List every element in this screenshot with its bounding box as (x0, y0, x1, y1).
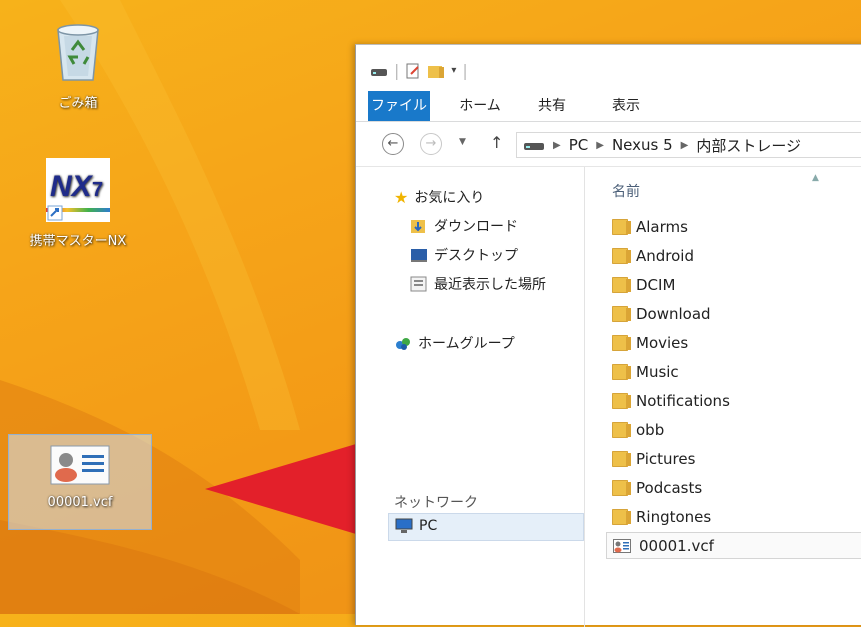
folder-icon (612, 450, 631, 467)
nav-recent-places[interactable]: 最近表示した場所 (410, 274, 546, 294)
tab-view[interactable]: 表示 (606, 91, 646, 121)
folder-icon (612, 334, 631, 351)
up-button[interactable]: ↑ (490, 133, 503, 152)
folder-row[interactable]: Podcasts (612, 474, 702, 501)
vcard-icon (613, 538, 631, 553)
folder-row[interactable]: Music (612, 358, 679, 385)
downloads-folder-icon (411, 220, 425, 233)
file-name: Alarms (636, 217, 688, 236)
breadcrumb-nexus5[interactable]: Nexus 5 (612, 136, 673, 154)
file-name: 00001.vcf (639, 536, 714, 555)
file-name: Ringtones (636, 507, 712, 526)
nx7-logo-text: NX (50, 170, 94, 203)
file-name: Movies (636, 333, 689, 352)
breadcrumb-internal-storage[interactable]: 内部ストレージ (696, 135, 801, 156)
homegroup-icon (396, 338, 410, 350)
folder-icon (612, 363, 631, 380)
file-list-pane: 名前 ▲ Alarms Android DCIM Download Movies Musi… (606, 167, 861, 627)
file-explorer-window: | ▾ | ファイル ホーム 共有 表示 ← → ▼ ↑ ▶ PC ▶ Nexu… (355, 44, 861, 627)
folder-row[interactable]: Android (612, 242, 694, 269)
folder-row[interactable]: Pictures (612, 445, 695, 472)
desktop-folder-icon (411, 249, 427, 262)
file-name: Music (636, 362, 679, 381)
forward-button[interactable]: → (420, 133, 442, 155)
nav-label: ネットワーク (394, 495, 478, 511)
folder-icon (612, 508, 631, 525)
nav-label: PC (419, 518, 438, 534)
folder-row[interactable]: obb (612, 416, 664, 443)
nav-label: 最近表示した場所 (434, 277, 546, 293)
column-header-name[interactable]: 名前 (612, 181, 640, 201)
navigation-pane: ★ お気に入り ダウンロード デスクトップ 最近表示した場所 ホームグループ P… (356, 167, 585, 627)
nav-network[interactable]: ネットワーク (394, 492, 478, 512)
desktop-icon-label: ごみ箱 (58, 96, 98, 111)
folder-row[interactable]: Ringtones (612, 503, 711, 530)
recycle-bin-icon (57, 24, 99, 81)
recent-places-icon (410, 276, 427, 292)
tab-share[interactable]: 共有 (532, 91, 572, 121)
desktop-icon-label: 00001.vcf (47, 495, 113, 510)
new-folder-icon[interactable] (427, 63, 445, 79)
file-name: Download (636, 304, 711, 323)
chevron-right-icon: ▶ (596, 139, 604, 151)
tab-home[interactable]: ホーム (452, 91, 508, 121)
nav-label: ホームグループ (418, 336, 515, 352)
folder-icon (612, 247, 631, 264)
file-name: obb (636, 420, 665, 439)
desktop-icon-nx[interactable]: NX 7 携帯マスターNX (16, 158, 140, 249)
folder-icon (612, 305, 631, 322)
file-name: DCIM (636, 275, 676, 294)
chevron-right-icon: ▶ (680, 139, 689, 151)
folder-row[interactable]: DCIM (612, 271, 675, 298)
back-button[interactable]: ← (382, 133, 404, 155)
title-bar: | ▾ | (356, 45, 861, 91)
folder-row[interactable]: Notifications (612, 387, 730, 414)
drive-icon (524, 143, 544, 150)
file-row-vcf-selected[interactable]: 00001.vcf (606, 532, 861, 559)
tab-file[interactable]: ファイル (368, 91, 430, 121)
desktop-icon-label: 携帯マスターNX (29, 234, 127, 249)
star-icon: ★ (394, 187, 409, 207)
file-name: Notifications (636, 391, 730, 410)
computer-icon (395, 518, 413, 533)
folder-row[interactable]: Movies (612, 329, 688, 356)
folder-row[interactable]: Download (612, 300, 711, 327)
folder-icon (612, 218, 631, 235)
folder-icon (612, 479, 631, 496)
svg-text:7: 7 (92, 179, 103, 201)
nx7-app-icon: NX 7 (46, 158, 110, 222)
properties-icon[interactable] (405, 62, 421, 80)
ribbon-tabs: ファイル ホーム 共有 表示 (356, 91, 861, 122)
nav-desktop[interactable]: デスクトップ (410, 245, 518, 265)
sort-ascending-icon: ▲ (812, 173, 819, 183)
customize-qat-icon[interactable]: ▾ (451, 65, 456, 76)
desktop-icon-recycle-bin[interactable]: ごみ箱 (28, 20, 128, 111)
nav-pc-selected[interactable]: PC (388, 513, 584, 541)
nav-label: デスクトップ (434, 248, 518, 264)
nav-favorites[interactable]: ★ お気に入り (394, 187, 484, 207)
folder-icon (612, 392, 631, 409)
nav-homegroup[interactable]: ホームグループ (394, 333, 515, 353)
file-name: Podcasts (636, 478, 703, 497)
vcard-icon (50, 445, 110, 485)
nav-label: ダウンロード (434, 219, 518, 235)
folder-icon (612, 421, 631, 438)
folder-row[interactable]: Alarms (612, 213, 688, 240)
desktop-icon-vcf-selected[interactable]: 00001.vcf (8, 434, 152, 530)
recent-locations-icon[interactable]: ▼ (459, 137, 466, 147)
quick-access-toolbar: | ▾ | (370, 61, 468, 80)
address-bar[interactable]: ▶ PC ▶ Nexus 5 ▶ 内部ストレージ (516, 132, 861, 158)
drive-icon[interactable] (370, 65, 388, 77)
nav-downloads[interactable]: ダウンロード (410, 216, 518, 236)
file-name: Pictures (636, 449, 696, 468)
folder-icon (612, 276, 631, 293)
file-name: Android (636, 246, 694, 265)
chevron-right-icon: ▶ (553, 139, 561, 151)
nav-label: お気に入り (414, 190, 485, 206)
breadcrumb-pc[interactable]: PC (569, 136, 589, 154)
address-row: ← → ▼ ↑ ▶ PC ▶ Nexus 5 ▶ 内部ストレージ (356, 122, 861, 167)
